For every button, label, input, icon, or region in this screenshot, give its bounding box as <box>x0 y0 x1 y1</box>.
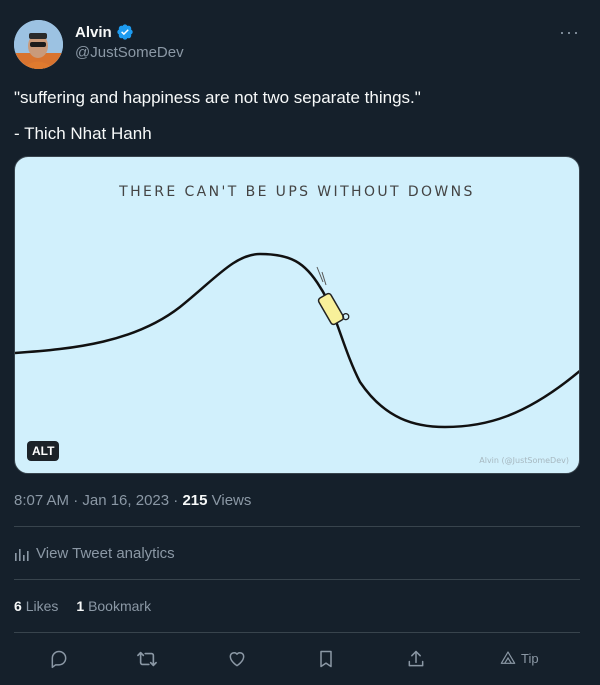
share-icon[interactable] <box>401 644 431 674</box>
tweet-timestamp[interactable]: 8:07 AM · Jan 16, 2023 · <box>14 492 182 509</box>
views-count: 215 <box>182 492 208 509</box>
author-name-row: Alvin <box>75 23 134 41</box>
more-options-icon[interactable]: ··· <box>559 22 580 43</box>
author-name[interactable]: Alvin <box>75 24 112 41</box>
author-handle[interactable]: @JustSomeDev <box>75 44 184 61</box>
action-bar: Tip <box>0 644 600 674</box>
like-icon[interactable] <box>222 644 252 674</box>
divider <box>14 579 580 580</box>
likes-count: 6 <box>14 598 22 614</box>
tweet-text-line1: "suffering and happiness are not two sep… <box>14 88 421 107</box>
image-credit: Alvin (@JustSomeDev) <box>479 456 569 465</box>
divider <box>14 632 580 633</box>
roller-coaster-illustration <box>15 252 579 429</box>
likes-stat[interactable]: 6 Likes <box>14 598 58 614</box>
tweet-meta: 8:07 AM · Jan 16, 2023 · 215 Views <box>14 492 251 509</box>
tweet-text-line2: - Thich Nhat Hanh <box>14 124 152 143</box>
engagement-stats: 6 Likes 1 Bookmark <box>14 598 151 614</box>
views-label: Views <box>207 492 252 509</box>
tip-icon <box>500 651 516 664</box>
bookmarks-stat[interactable]: 1 Bookmark <box>76 598 151 614</box>
tweet-image[interactable]: THERE CAN'T BE UPS WITHOUT DOWNS Alvin (… <box>14 156 580 474</box>
analytics-label: View Tweet analytics <box>36 545 175 562</box>
bookmarks-label: Bookmark <box>88 598 152 614</box>
view-analytics-link[interactable]: View Tweet analytics <box>14 545 175 562</box>
reply-icon[interactable] <box>44 644 74 674</box>
alt-badge[interactable]: ALT <box>27 441 60 461</box>
analytics-icon <box>15 548 29 561</box>
bookmark-icon[interactable] <box>311 644 341 674</box>
verified-badge-icon <box>117 24 133 40</box>
avatar[interactable] <box>14 20 63 69</box>
bookmarks-count: 1 <box>76 598 85 614</box>
tip-label: Tip <box>521 650 539 666</box>
tip-button[interactable]: Tip <box>500 650 539 666</box>
retweet-icon[interactable] <box>132 644 162 674</box>
likes-label: Likes <box>25 598 59 614</box>
divider <box>14 526 580 527</box>
